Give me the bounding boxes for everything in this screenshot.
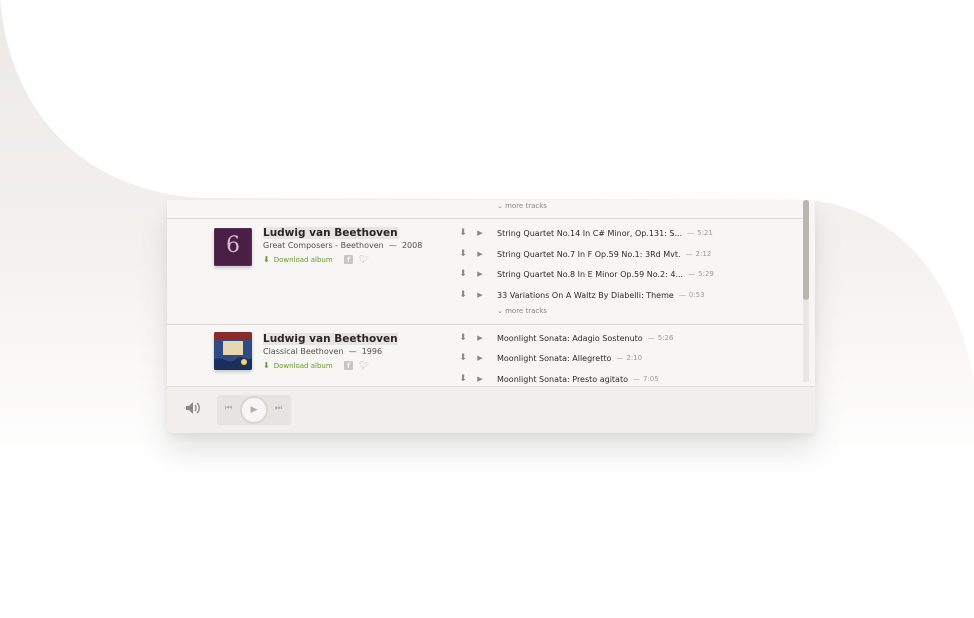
download-track-icon[interactable]: ⬇ [458, 269, 468, 279]
download-icon: ⬇ [263, 255, 270, 264]
play-track-icon[interactable]: ▶ [475, 375, 485, 383]
more-tracks-link[interactable]: ⌄ more tracks [497, 307, 547, 315]
album-cover[interactable]: 6 [214, 228, 252, 266]
play-track-icon[interactable]: ▶ [475, 270, 485, 278]
track-title[interactable]: String Quartet No.14 In C# Minor, Op.131… [497, 229, 682, 238]
play-button[interactable]: ▶ [240, 396, 268, 424]
scrollbar-thumb[interactable] [803, 200, 809, 300]
play-track-icon[interactable]: ▶ [475, 354, 485, 362]
twitter-icon[interactable]: 🐦︎ [359, 361, 369, 370]
album-subtitle: Classical Beethoven — 1996 [263, 347, 382, 356]
download-album-label: Download album [273, 361, 333, 370]
download-album-link[interactable]: ⬇ Download album [263, 255, 333, 264]
player-bar: ⏮ ▶ ⏭ [167, 386, 815, 433]
track-separator: — [633, 375, 640, 383]
collection-name: Great Composers - Beethoven [263, 241, 384, 250]
track-title[interactable]: String Quartet No.7 In F Op.59 No.1: 3Rd… [497, 250, 681, 259]
previous-track-icon[interactable]: ⏮ [225, 403, 232, 413]
track-row: ⬇ ▶ Moonlight Sonata: Presto agitato — 7… [458, 373, 659, 385]
chevron-down-icon: ⌄ [497, 202, 503, 210]
play-icon: ▶ [250, 405, 258, 415]
more-tracks-label: more tracks [505, 307, 547, 315]
track-separator: — [685, 250, 693, 258]
track-duration: 2:10 [626, 354, 643, 362]
volume-icon[interactable] [185, 401, 203, 419]
facebook-icon[interactable]: f [344, 255, 353, 264]
share-icons: f 🐦︎ [344, 255, 369, 264]
track-duration: 5:26 [657, 334, 674, 342]
track-duration: 5:21 [697, 229, 713, 237]
music-window: ⌄ more tracks 6 Ludwig van Beethoven Gre… [167, 200, 815, 433]
track-duration: 2:12 [695, 250, 712, 258]
track-separator: — [687, 229, 695, 237]
play-track-icon[interactable]: ▶ [475, 334, 485, 342]
playback-controls: ⏮ ▶ ⏭ [217, 395, 291, 425]
subtitle-separator: — [348, 347, 357, 356]
download-track-icon[interactable]: ⬇ [458, 374, 468, 384]
artist-name[interactable]: Ludwig van Beethoven [263, 227, 398, 239]
subtitle-separator: — [388, 241, 397, 250]
track-separator: — [616, 354, 624, 362]
track-title[interactable]: 33 Variations On A Waltz By Diabelli: Th… [497, 291, 674, 300]
collection-name: Classical Beethoven [263, 347, 344, 356]
track-separator: — [688, 270, 696, 278]
track-row: ⬇ ▶ 33 Variations On A Waltz By Diabelli… [458, 289, 705, 301]
download-track-icon[interactable]: ⬇ [458, 249, 468, 259]
download-album-label: Download album [273, 255, 333, 264]
album-row: Ludwig van Beethoven Classical Beethoven… [167, 324, 807, 386]
album-year: 1996 [361, 347, 383, 356]
download-track-icon[interactable]: ⬇ [458, 228, 468, 238]
track-title[interactable]: Moonlight Sonata: Presto agitato [497, 375, 628, 384]
download-album-link[interactable]: ⬇ Download album [263, 361, 333, 370]
track-duration: 0:53 [688, 291, 705, 299]
track-separator: — [647, 334, 655, 342]
album-row: 6 Ludwig van Beethoven Great Composers -… [167, 218, 807, 324]
more-tracks-link[interactable]: ⌄ more tracks [497, 202, 547, 210]
twitter-icon[interactable]: 🐦︎ [359, 255, 369, 264]
track-title[interactable]: String Quartet No.8 In E Minor Op.59 No.… [497, 270, 683, 279]
download-icon: ⬇ [263, 361, 270, 370]
download-track-icon[interactable]: ⬇ [458, 333, 468, 343]
share-icons: f 🐦︎ [344, 361, 369, 370]
track-title[interactable]: Moonlight Sonata: Allegretto [497, 354, 611, 363]
more-tracks-label: more tracks [505, 202, 547, 210]
track-row: ⬇ ▶ String Quartet No.8 In E Minor Op.59… [458, 268, 714, 280]
cover-number: 6 [226, 233, 240, 258]
track-duration: 7:05 [643, 375, 659, 383]
track-duration: 5:29 [698, 270, 714, 278]
artist-name-text: Ludwig van Beethoven [263, 227, 398, 239]
album-subtitle: Great Composers - Beethoven — 2008 [263, 241, 422, 250]
artist-name[interactable]: Ludwig van Beethoven [263, 333, 398, 345]
download-track-icon[interactable]: ⬇ [458, 290, 468, 300]
play-track-icon[interactable]: ▶ [475, 250, 485, 258]
next-track-icon[interactable]: ⏭ [275, 403, 282, 413]
chevron-down-icon: ⌄ [497, 307, 503, 315]
album-list[interactable]: ⌄ more tracks 6 Ludwig van Beethoven Gre… [167, 200, 815, 386]
artist-name-text: Ludwig van Beethoven [263, 333, 398, 345]
play-track-icon[interactable]: ▶ [475, 291, 485, 299]
facebook-icon[interactable]: f [344, 361, 353, 370]
track-row: ⬇ ▶ String Quartet No.7 In F Op.59 No.1:… [458, 248, 711, 260]
track-row: ⬇ ▶ Moonlight Sonata: Adagio Sostenuto —… [458, 332, 673, 344]
track-row: ⬇ ▶ String Quartet No.14 In C# Minor, Op… [458, 227, 713, 239]
album-year: 2008 [401, 241, 423, 250]
track-separator: — [678, 291, 686, 299]
download-track-icon[interactable]: ⬇ [458, 353, 468, 363]
track-title[interactable]: Moonlight Sonata: Adagio Sostenuto [497, 334, 643, 343]
play-track-icon[interactable]: ▶ [475, 229, 485, 237]
track-row: ⬇ ▶ Moonlight Sonata: Allegretto — 2:10 [458, 352, 642, 364]
album-cover[interactable] [214, 332, 252, 370]
